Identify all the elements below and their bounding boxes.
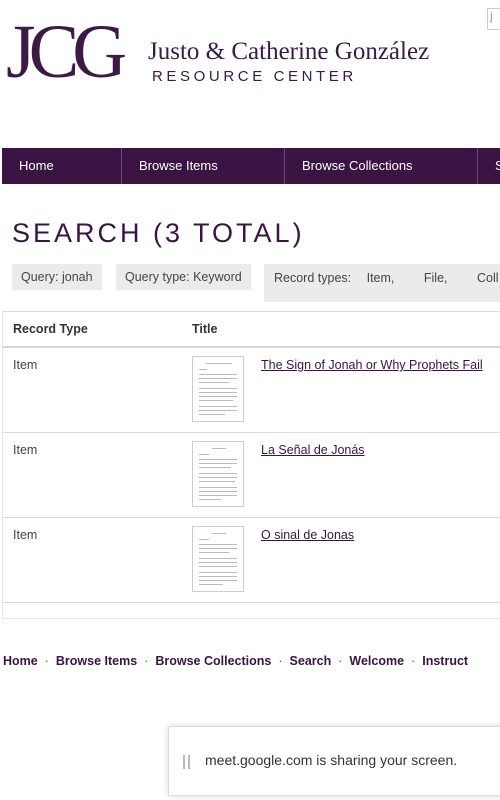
column-header-title: Title [192, 322, 218, 336]
record-types-filter: Record types: Item, File, Coll [264, 264, 500, 302]
query-type-filter: Query type: Keyword [116, 264, 251, 290]
footer-separator: · [338, 654, 343, 668]
record-type-cell: Item [13, 443, 38, 457]
footer-link-browse-items[interactable]: Browse Items [56, 654, 137, 668]
search-box-fragment[interactable]: j [487, 8, 500, 30]
footer-separator: · [144, 654, 149, 668]
record-type-file: File, [423, 271, 448, 285]
org-subtitle: RESOURCE CENTER [152, 68, 357, 85]
org-name: Justo & Catherine González [148, 38, 430, 65]
footer-link-home[interactable]: Home [3, 654, 38, 668]
result-title-link[interactable]: O sinal de Jonas [261, 528, 354, 542]
nav-browse-collections[interactable]: Browse Collections [285, 148, 478, 184]
result-title-link[interactable]: The Sign of Jonah or Why Prophets Fail [261, 358, 483, 372]
share-message: meet.google.com is sharing your screen. [205, 752, 458, 768]
footer-nav: Home · Browse Items · Browse Collections · Sea… [3, 654, 468, 668]
logo-mark: JCG [6, 10, 127, 94]
table-row: Item O sinal de Jonas [3, 518, 500, 603]
main-nav: Home Browse Items Browse Collections S [2, 148, 500, 184]
nav-home[interactable]: Home [2, 148, 122, 184]
record-type-item: Item, [366, 271, 395, 285]
footer-link-instructions[interactable]: Instruct [422, 654, 468, 668]
table-row: Item The Sign of Jonah or Why Prophets F… [3, 348, 500, 433]
nav-browse-items[interactable]: Browse Items [122, 148, 285, 184]
result-title-link[interactable]: La Señal de Jonás [261, 443, 365, 457]
footer-link-search[interactable]: Search [290, 654, 332, 668]
footer-link-welcome[interactable]: Welcome [349, 654, 404, 668]
footer-separator: · [411, 654, 416, 668]
search-filters: Query: jonah Query type: Keyword Record … [12, 264, 500, 302]
document-thumbnail[interactable] [192, 526, 244, 592]
nav-search[interactable]: S [478, 148, 500, 184]
footer-link-browse-collections[interactable]: Browse Collections [155, 654, 271, 668]
drag-handle-icon[interactable] [183, 755, 191, 769]
column-header-record-type: Record Type [13, 322, 88, 336]
record-types-label: Record types: [274, 271, 352, 285]
record-type-collection: Coll [477, 271, 499, 285]
footer-separator: · [278, 654, 283, 668]
query-filter: Query: jonah [12, 264, 102, 290]
page-title: SEARCH (3 TOTAL) [12, 218, 305, 248]
record-type-cell: Item [13, 358, 38, 372]
results-table: Record Type Title Item The Sign of Jonah… [2, 311, 500, 619]
document-thumbnail[interactable] [192, 356, 244, 422]
document-thumbnail[interactable] [192, 441, 244, 507]
table-row: Item La Señal de Jonás [3, 433, 500, 518]
record-type-cell: Item [13, 528, 38, 542]
screen-share-bar: meet.google.com is sharing your screen. [168, 726, 500, 796]
footer-separator: · [44, 654, 49, 668]
